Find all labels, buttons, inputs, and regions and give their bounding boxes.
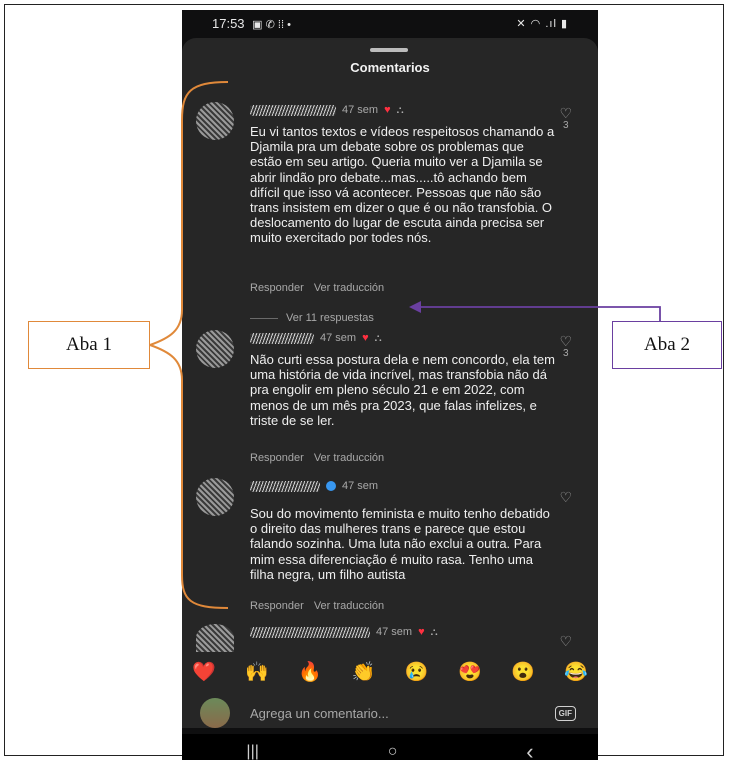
like-heart-icon[interactable]: ♡ bbox=[559, 634, 572, 648]
aba1-label: Aba 1 bbox=[28, 321, 150, 369]
like-heart-icon[interactable]: ♡ bbox=[559, 334, 572, 348]
system-icons: ✕ ◠ .ıl ▮ bbox=[516, 17, 568, 30]
translate-button[interactable]: Ver traducción bbox=[314, 600, 384, 612]
comment-item: 47 sem Sou do movimento feminista e muit… bbox=[190, 476, 590, 616]
comment-composer: Agrega un comentario... GIF bbox=[182, 692, 598, 734]
username-obscured[interactable] bbox=[250, 332, 314, 344]
comment-item: 47 sem ♥ ⛬ Eu vi tantos textos e vídeos … bbox=[190, 100, 590, 300]
home-icon[interactable]: ○ bbox=[388, 743, 398, 760]
emoji-heart-eyes[interactable]: 😍 bbox=[458, 660, 482, 684]
avatar[interactable] bbox=[196, 102, 234, 140]
comment-actions: Responder Ver traducción bbox=[250, 282, 384, 294]
comment-text: Não curti essa postura dela e nem concor… bbox=[250, 352, 555, 428]
back-icon[interactable]: ‹ bbox=[526, 739, 533, 760]
username-obscured[interactable] bbox=[250, 104, 336, 116]
drag-handle[interactable] bbox=[370, 48, 408, 52]
reaction-icon: ⛬ bbox=[396, 104, 404, 116]
comment-header: 47 sem ♥ ⛬ bbox=[250, 626, 438, 638]
android-nav-bar: ||| ○ ‹ bbox=[182, 734, 598, 760]
avatar[interactable] bbox=[196, 478, 234, 516]
avatar[interactable] bbox=[196, 330, 234, 368]
emoji-clap[interactable]: 👏 bbox=[352, 660, 376, 684]
replies-divider bbox=[250, 317, 278, 319]
reaction-icon: ⛬ bbox=[374, 332, 382, 344]
translate-button[interactable]: Ver traducción bbox=[314, 282, 384, 294]
my-avatar bbox=[200, 698, 230, 728]
like-control[interactable]: ♡ bbox=[559, 634, 572, 648]
view-replies-label[interactable]: Ver 11 respuestas bbox=[286, 312, 374, 324]
recents-icon[interactable]: ||| bbox=[246, 743, 258, 760]
emoji-raised-hands[interactable]: 🙌 bbox=[245, 660, 269, 684]
author-liked-heart-icon: ♥ bbox=[384, 104, 391, 116]
author-liked-heart-icon: ♥ bbox=[362, 332, 369, 344]
notification-icons: ▣ ✆ ⁞⁞ • bbox=[252, 18, 291, 31]
comment-header: 47 sem bbox=[250, 480, 378, 492]
status-time: 17:53 bbox=[212, 15, 245, 31]
emoji-surprised[interactable]: 😮 bbox=[511, 660, 535, 684]
comment-header: 47 sem ♥ ⛬ bbox=[250, 104, 404, 116]
status-bar: 17:53 ▣ ✆ ⁞⁞ • ✕ ◠ .ıl ▮ bbox=[182, 10, 598, 36]
comment-text: Eu vi tantos textos e vídeos respeitosos… bbox=[250, 124, 555, 246]
comment-input[interactable]: Agrega un comentario... bbox=[250, 706, 555, 721]
comment-time: 47 sem bbox=[342, 480, 379, 492]
reply-button[interactable]: Responder bbox=[250, 282, 304, 294]
comment-time: 47 sem bbox=[320, 332, 357, 344]
aba2-label: Aba 2 bbox=[612, 321, 722, 369]
emoji-heart[interactable]: ❤️ bbox=[192, 660, 216, 684]
like-control[interactable]: ♡ bbox=[559, 490, 572, 504]
emoji-crying[interactable]: 😢 bbox=[405, 660, 429, 684]
sheet-title: Comentarios bbox=[350, 60, 430, 75]
avatar[interactable] bbox=[196, 624, 234, 652]
comment-time: 47 sem bbox=[376, 626, 413, 638]
reaction-icon: ⛬ bbox=[430, 626, 438, 638]
like-heart-icon[interactable]: ♡ bbox=[559, 490, 572, 504]
quick-reactions-bar: ❤️ 🙌 🔥 👏 😢 😍 😮 😂 bbox=[192, 660, 588, 684]
like-control[interactable]: ♡ 3 bbox=[559, 334, 572, 359]
comment-actions: Responder Ver traducción bbox=[250, 600, 384, 612]
emoji-laughing[interactable]: 😂 bbox=[564, 660, 588, 684]
like-count: 3 bbox=[562, 120, 569, 131]
view-replies[interactable]: Ver 11 respuestas bbox=[250, 312, 374, 324]
emoji-fire[interactable]: 🔥 bbox=[298, 660, 322, 684]
comment-actions: Responder Ver traducción bbox=[250, 452, 384, 464]
comment-header: 47 sem ♥ ⛬ bbox=[250, 332, 382, 344]
phone-screen: 17:53 ▣ ✆ ⁞⁞ • ✕ ◠ .ıl ▮ Comentarios 47 … bbox=[182, 10, 598, 760]
reply-button[interactable]: Responder bbox=[250, 452, 304, 464]
username-obscured[interactable] bbox=[250, 626, 370, 638]
author-liked-heart-icon: ♥ bbox=[418, 626, 425, 638]
translate-button[interactable]: Ver traducción bbox=[314, 452, 384, 464]
gif-button[interactable]: GIF bbox=[554, 705, 576, 721]
like-control[interactable]: ♡ 3 bbox=[559, 106, 572, 131]
like-count: 3 bbox=[562, 348, 569, 359]
reply-button[interactable]: Responder bbox=[250, 600, 304, 612]
comment-text: Sou do movimento feminista e muito tenho… bbox=[250, 506, 550, 582]
verified-badge-icon bbox=[326, 481, 336, 491]
comment-item: 47 sem ♥ ⛬ ♡ bbox=[190, 622, 590, 652]
comment-item: 47 sem ♥ ⛬ Não curti essa postura dela e… bbox=[190, 328, 590, 468]
like-heart-icon[interactable]: ♡ bbox=[559, 106, 572, 120]
username-obscured[interactable] bbox=[250, 480, 320, 492]
comment-time: 47 sem bbox=[342, 104, 379, 116]
